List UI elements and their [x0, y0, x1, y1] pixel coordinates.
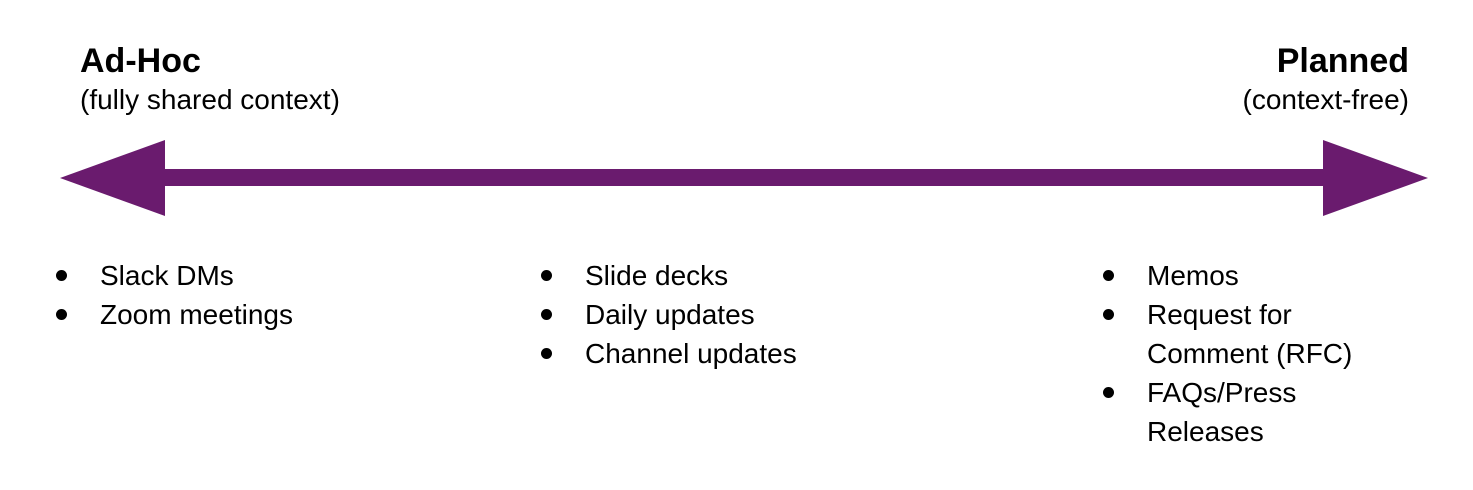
list-item: Channel updates — [537, 334, 797, 373]
list-item: Slide decks — [537, 256, 797, 295]
arrow-head-right — [1323, 140, 1428, 216]
list-item: Request for Comment (RFC) — [1099, 295, 1419, 373]
list-item: FAQs/Press Releases — [1099, 373, 1419, 451]
middle-examples-list: Slide decks Daily updates Channel update… — [537, 256, 797, 373]
list-item: Slack DMs — [52, 256, 293, 295]
list-item: Zoom meetings — [52, 295, 293, 334]
list-item: Daily updates — [537, 295, 797, 334]
ad-hoc-examples-list: Slack DMs Zoom meetings — [52, 256, 293, 334]
arrow-head-left — [60, 140, 165, 216]
list-item: Memos — [1099, 256, 1419, 295]
planned-examples-list: Memos Request for Comment (RFC) FAQs/Pre… — [1099, 256, 1419, 451]
arrow-shaft — [150, 169, 1340, 186]
